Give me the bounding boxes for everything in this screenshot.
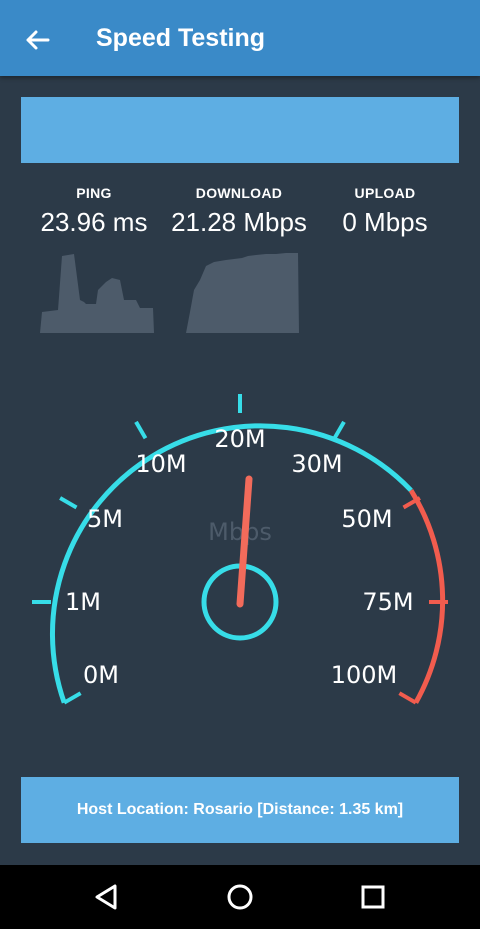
app-bar: Speed Testing [0,0,480,76]
tick-label-4: 20M [214,425,265,453]
tick-label-1: 1M [65,588,101,616]
upload-label: UPLOAD [354,185,416,201]
gauge-tick [134,420,148,440]
speedometer-gauge: 0M 1M 5M 10M 20M 30M 50M 75M 100M Mbps [32,394,448,705]
nav-recents-icon [361,885,385,909]
tick-label-0: 0M [83,661,119,689]
system-nav-bar [0,865,480,929]
ping-value: 23.96 ms [40,207,148,237]
tick-label-6: 50M [341,505,392,533]
gauge-tick [63,691,82,705]
arrow-back-icon [26,30,50,50]
gauge-unit: Mbps [208,518,272,546]
gauge-tick [398,691,417,705]
gauge-needle [236,475,253,608]
gauge-tick [332,420,346,440]
tick-label-7: 75M [362,588,413,616]
ping-graph [40,254,154,333]
nav-recents-button[interactable] [353,877,393,917]
gauge-arc-high [408,488,446,704]
host-location-bar[interactable]: Host Location: Rosario [Distance: 1.35 k… [21,777,459,843]
upload-value: 0 Mbps [342,207,428,237]
nav-back-icon [95,884,117,910]
tick-label-8: 100M [331,661,398,689]
page-title: Speed Testing [96,24,266,52]
ping-stat: PING 23.96 ms [14,185,174,238]
tick-label-5: 30M [291,450,342,478]
nav-home-icon [227,884,253,910]
ad-banner[interactable] [21,97,459,163]
back-button[interactable] [18,20,58,60]
download-value: 21.28 Mbps [171,207,307,237]
download-graph [186,253,299,333]
tick-label-2: 5M [87,505,123,533]
gauge-tick [59,496,78,510]
upload-stat: UPLOAD 0 Mbps [305,185,465,238]
tick-label-3: 10M [135,450,186,478]
download-label: DOWNLOAD [195,185,283,201]
download-stat: DOWNLOAD 21.28 Mbps [159,185,319,238]
nav-home-button[interactable] [220,877,260,917]
host-location-text: Host Location: Rosario [Distance: 1.35 k… [76,801,404,818]
nav-back-button[interactable] [87,877,127,917]
ping-label: PING [76,185,112,201]
